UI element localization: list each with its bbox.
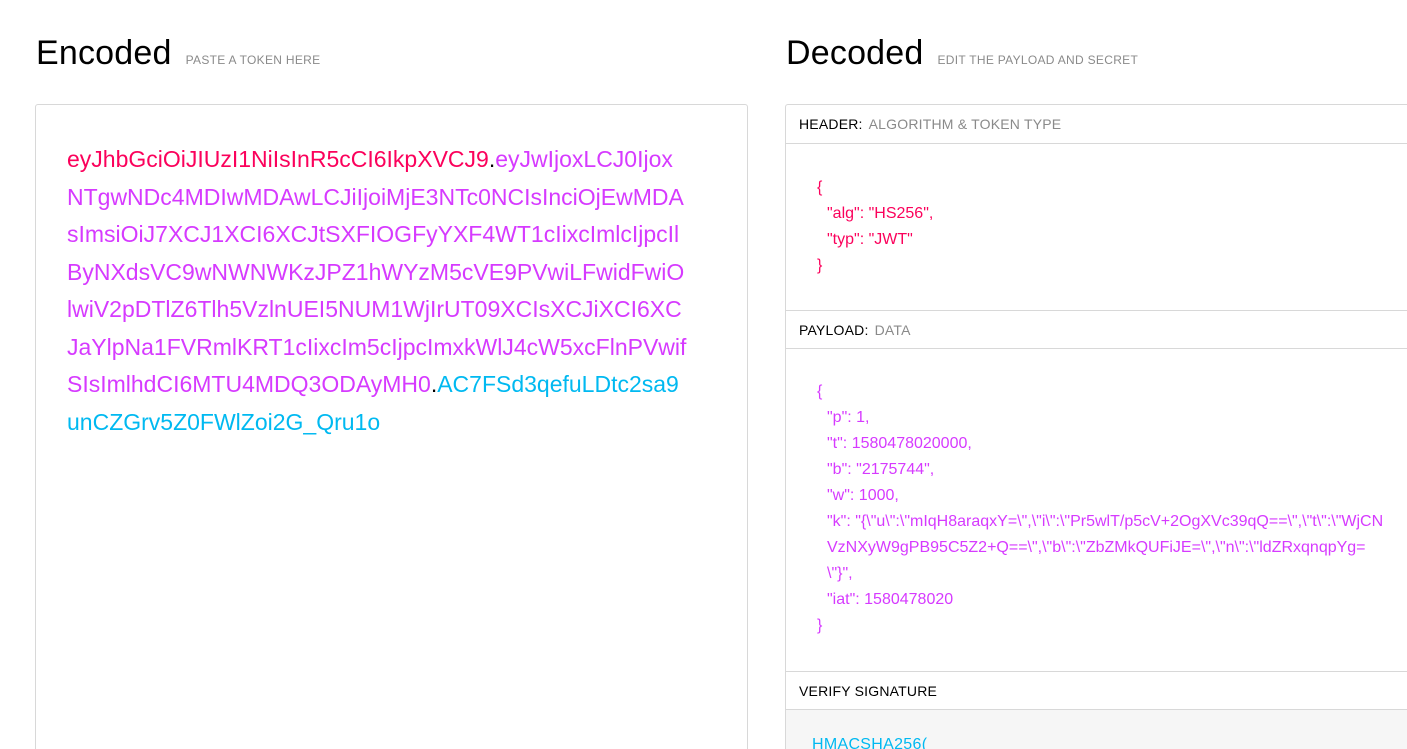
decoded-panel: HEADER: ALGORITHM & TOKEN TYPE { "alg": … <box>785 104 1407 749</box>
json-line: "p": 1, <box>827 409 870 426</box>
header-json-editor[interactable]: { "alg": "HS256", "typ": "JWT" } <box>817 175 1387 279</box>
encoded-token-input[interactable]: eyJhbGciOiJIUzI1NiIsInR5cCI6IkpXVCJ9.eyJ… <box>35 104 748 749</box>
json-open-brace: { <box>817 383 823 400</box>
payload-section-title: PAYLOAD: DATA <box>786 310 1407 349</box>
json-close-brace: } <box>817 617 823 634</box>
signature-section-title: VERIFY SIGNATURE <box>786 671 1407 710</box>
decoded-subtitle: EDIT THE PAYLOAD AND SECRET <box>937 53 1139 67</box>
decoded-title: Decoded <box>786 34 924 72</box>
json-open-brace: { <box>817 179 823 196</box>
token-payload-part: eyJwIjoxLCJ0IjoxNTgwNDc4MDIwMDAwLCJiIjoi… <box>67 146 687 397</box>
json-line: "k": "{\"u\":\"mIqH8araqxY=\",\"i\":\"Pr… <box>827 513 1384 582</box>
signature-algorithm: HMACSHA256( <box>812 736 928 749</box>
json-close-brace: } <box>817 257 823 274</box>
signature-section-name: VERIFY SIGNATURE <box>799 682 938 699</box>
encoded-subtitle: PASTE A TOKEN HERE <box>185 53 321 67</box>
json-line: "typ": "JWT" <box>827 231 913 248</box>
json-line: "b": "2175744", <box>827 461 935 478</box>
header-section-title: HEADER: ALGORITHM & TOKEN TYPE <box>786 105 1407 144</box>
token-header-part: eyJhbGciOiJIUzI1NiIsInR5cCI6IkpXVCJ9 <box>67 146 489 172</box>
encoded-token-text[interactable]: eyJhbGciOiJIUzI1NiIsInR5cCI6IkpXVCJ9.eyJ… <box>67 141 687 441</box>
payload-section-name: PAYLOAD: <box>799 321 869 338</box>
header-section-name: HEADER: <box>799 116 863 132</box>
encoded-heading: Encoded PASTE A TOKEN HERE <box>36 34 320 73</box>
json-line: "alg": "HS256", <box>827 205 934 222</box>
header-section-desc: ALGORITHM & TOKEN TYPE <box>868 116 1062 132</box>
payload-json-editor[interactable]: { "p": 1, "t": 1580478020000, "b": "2175… <box>817 379 1387 639</box>
json-line: "t": 1580478020000, <box>827 435 972 452</box>
signature-editor[interactable]: HMACSHA256( <box>786 710 1407 749</box>
payload-section-desc: DATA <box>874 321 911 338</box>
decoded-heading: Decoded EDIT THE PAYLOAD AND SECRET <box>786 34 1138 73</box>
encoded-title: Encoded <box>36 34 172 72</box>
json-line: "iat": 1580478020 <box>827 591 954 608</box>
json-line: "w": 1000, <box>827 487 899 504</box>
